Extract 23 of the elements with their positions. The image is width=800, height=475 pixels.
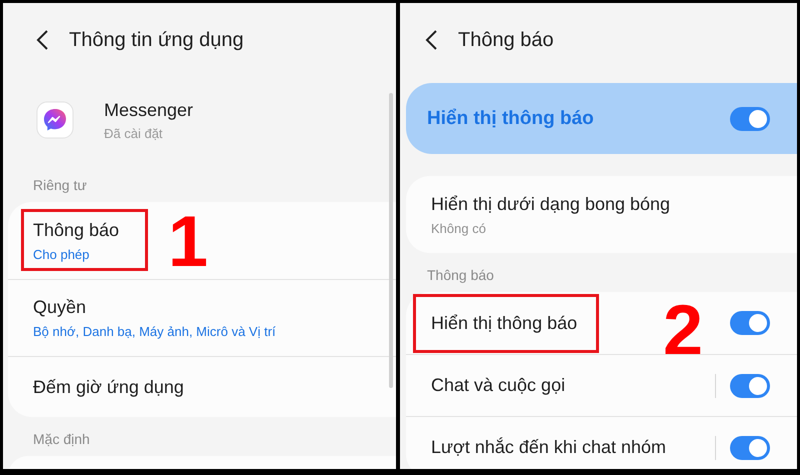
settings-row[interactable]: Thông báo Cho phép 1: [8, 202, 396, 279]
section-header: Mặc định: [32, 430, 91, 449]
row-title: Đếm giờ ứng dụng: [33, 376, 184, 398]
screen-title: Thông báo: [458, 28, 554, 52]
row-subtitle: Cho phép: [33, 246, 90, 262]
settings-row[interactable]: Lượt nhắc đến khi chat nhóm: [406, 416, 797, 469]
settings-row[interactable]: Chat và cuộc gọi: [406, 354, 797, 416]
row-title: Thông báo: [33, 220, 120, 240]
row-title: Quyền: [33, 297, 88, 318]
settings-row[interactable]: Hiển thị dưới dạng bong bóng Không có: [406, 176, 797, 253]
app-status: Đã cài đặt: [104, 126, 164, 140]
row-subtitle: Không có: [431, 220, 487, 236]
screen-title: Thông tin ứng dụng: [69, 28, 244, 52]
row-title: Hiển thị thông báo: [431, 312, 578, 334]
app-name: Messenger: [104, 100, 194, 120]
section-header: Riêng tư: [32, 176, 88, 195]
callout-number: 1: [168, 206, 208, 278]
banner-label: Hiển thị thông báo: [427, 108, 594, 130]
row-title: Lượt nhắc đến khi chat nhóm: [431, 437, 666, 458]
section-header: Thông báo: [426, 266, 495, 285]
row-title: Hiển thị dưới dạng bong bóng: [431, 194, 670, 214]
row-title: Chat và cuộc gọi: [431, 375, 566, 396]
row-subtitle: Bộ nhớ, Danh bạ, Máy ảnh, Micrô và Vị trí: [33, 324, 276, 339]
